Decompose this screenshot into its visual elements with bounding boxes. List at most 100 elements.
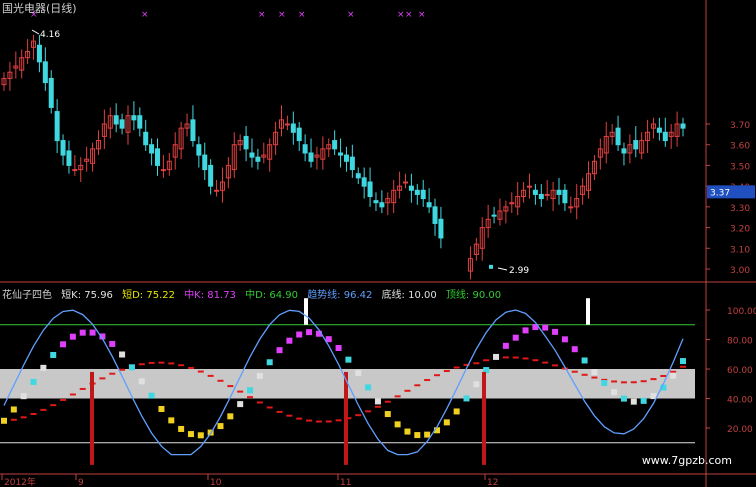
short-k-block	[394, 421, 401, 428]
candle-body	[54, 111, 60, 142]
price-low-arrow	[497, 267, 508, 271]
chart-canvas[interactable]: 3.703.603.503.403.303.203.103.003.37100.…	[0, 0, 756, 487]
short-k-block	[453, 408, 460, 415]
signal-marker: ×	[405, 10, 413, 20]
short-k-block	[296, 331, 303, 338]
indicator-item: 趋势线: 96.42	[307, 290, 373, 301]
candle-body	[196, 144, 202, 156]
short-k-block	[158, 405, 165, 412]
mid-d-bar	[502, 356, 509, 359]
mid-d-bar	[414, 384, 421, 387]
mid-d-bar	[30, 412, 37, 415]
mid-d-bar	[138, 363, 145, 366]
candle-body	[438, 218, 444, 239]
short-k-block	[335, 345, 342, 352]
mid-d-bar	[680, 365, 686, 368]
candle-body	[119, 119, 125, 129]
candle-body	[249, 152, 255, 158]
short-k-block	[119, 351, 126, 358]
candle-body	[432, 206, 438, 224]
mid-d-bar	[355, 414, 362, 417]
candle-body	[491, 214, 497, 217]
candle-body	[544, 193, 550, 196]
short-k-block	[522, 327, 529, 334]
price-high-arrow	[31, 29, 40, 35]
candle-body	[526, 185, 532, 188]
short-k-block	[591, 369, 598, 376]
candle-body	[113, 115, 119, 125]
signal-spike	[90, 371, 94, 465]
short-k-block	[374, 398, 381, 405]
mid-d-bar	[473, 362, 480, 365]
mid-d-bar	[286, 414, 293, 417]
candle-body	[355, 173, 361, 179]
candle-body	[349, 156, 355, 171]
candle-body	[66, 150, 72, 166]
mid-d-bar	[620, 381, 627, 384]
date-label: 10	[210, 478, 222, 487]
price-tick-label: 3.00	[730, 266, 750, 276]
mid-d-bar	[306, 419, 313, 422]
mid-d-bar	[660, 374, 667, 377]
price-tick-label: 3.70	[730, 121, 750, 131]
short-k-block	[630, 398, 637, 405]
mid-d-bar	[119, 368, 126, 371]
candle-body	[426, 202, 432, 208]
mid-d-bar	[335, 419, 342, 422]
short-k-block	[197, 432, 204, 439]
short-k-block	[552, 328, 559, 335]
mid-d-bar	[40, 408, 47, 411]
candle-body	[48, 77, 54, 108]
indicator-item: 底线: 10.00	[381, 290, 437, 301]
price-tick-label: 3.10	[730, 245, 750, 255]
mid-d-bar	[69, 393, 76, 396]
mid-d-bar	[591, 376, 598, 379]
mid-d-bar	[581, 373, 588, 376]
mid-d-bar	[178, 364, 185, 367]
short-k-block	[493, 353, 500, 360]
short-k-block	[384, 411, 391, 418]
candle-body	[149, 144, 155, 154]
mid-d-bar	[552, 364, 559, 367]
candle-body	[255, 156, 261, 162]
indicator-tick-label: 40.00	[727, 396, 753, 406]
mid-d-bar	[148, 361, 155, 364]
short-k-block	[502, 342, 509, 349]
short-k-block	[620, 395, 627, 402]
short-k-block	[227, 413, 234, 420]
candle-body	[509, 202, 515, 205]
mid-d-bar	[650, 378, 657, 381]
indicator-series	[0, 298, 695, 465]
candle-body	[402, 181, 408, 184]
mid-d-bar	[640, 380, 647, 383]
candle-body	[556, 189, 562, 195]
mid-d-bar	[276, 410, 283, 413]
mid-d-bar	[542, 361, 549, 364]
short-k-block	[542, 324, 549, 331]
mid-d-bar	[187, 366, 194, 369]
signal-marker: ×	[141, 10, 149, 20]
indicator-item: 中K: 81.73	[184, 290, 236, 301]
short-k-block	[30, 378, 37, 385]
mid-d-bar	[522, 357, 529, 360]
mid-d-bar	[315, 420, 322, 423]
mid-d-bar	[197, 370, 204, 373]
short-k-block	[365, 384, 372, 391]
mid-d-bar	[10, 418, 17, 421]
short-k-block	[404, 428, 411, 435]
mid-d-bar	[256, 401, 263, 404]
candle-body	[662, 131, 668, 142]
indicator-tick-label: 80.00	[727, 337, 753, 347]
candle-body	[290, 123, 296, 133]
indicator-header: 花仙子四色 短K: 75.96 短D: 75.22 中K: 81.73 中D: …	[2, 286, 507, 301]
indicator-tick-label: 100.00	[727, 307, 756, 317]
mid-d-bar	[109, 372, 116, 375]
signal-marker: ×	[347, 10, 355, 20]
short-k-block	[611, 389, 618, 396]
indicator-item: 短D: 75.22	[122, 290, 175, 301]
short-k-block	[247, 387, 254, 394]
top-signal-bar	[304, 298, 308, 325]
mid-d-bar	[296, 417, 303, 420]
candle-body	[72, 169, 78, 172]
short-k-block	[256, 372, 263, 379]
